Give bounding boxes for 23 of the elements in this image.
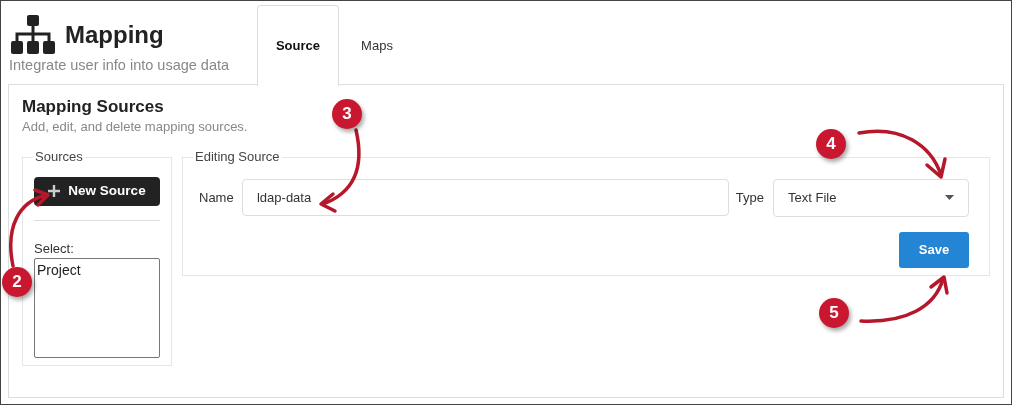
callout-number: 5: [819, 298, 849, 328]
callout-number: 2: [2, 267, 32, 297]
tab[interactable]: Source: [257, 5, 339, 86]
callout-number: 4: [816, 129, 846, 159]
callout-number: 3: [332, 99, 362, 129]
field-label: Name: [199, 189, 235, 208]
plus-icon: [48, 185, 61, 198]
section-subtitle: Add, edit, and delete mapping sources.: [22, 118, 248, 137]
source-listbox[interactable]: Project: [34, 258, 160, 359]
field-label: Type: [735, 189, 765, 208]
type-select[interactable]: Text File: [773, 178, 969, 217]
sitemap-icon: [9, 15, 57, 55]
caret-icon: [945, 195, 954, 201]
save-button[interactable]: Save: [899, 231, 969, 268]
list-option[interactable]: Project: [37, 260, 157, 282]
page-subtitle: Integrate user info into usage data: [9, 56, 231, 75]
select-label: Select:: [34, 239, 75, 258]
page-title: Mapping: [65, 20, 164, 50]
section-title: Mapping Sources: [22, 97, 164, 118]
tab[interactable]: Maps: [339, 5, 415, 86]
new-source-button[interactable]: New Source: [34, 176, 160, 206]
name-field[interactable]: ldap-data: [242, 179, 729, 217]
select-value: Text File: [788, 189, 837, 208]
